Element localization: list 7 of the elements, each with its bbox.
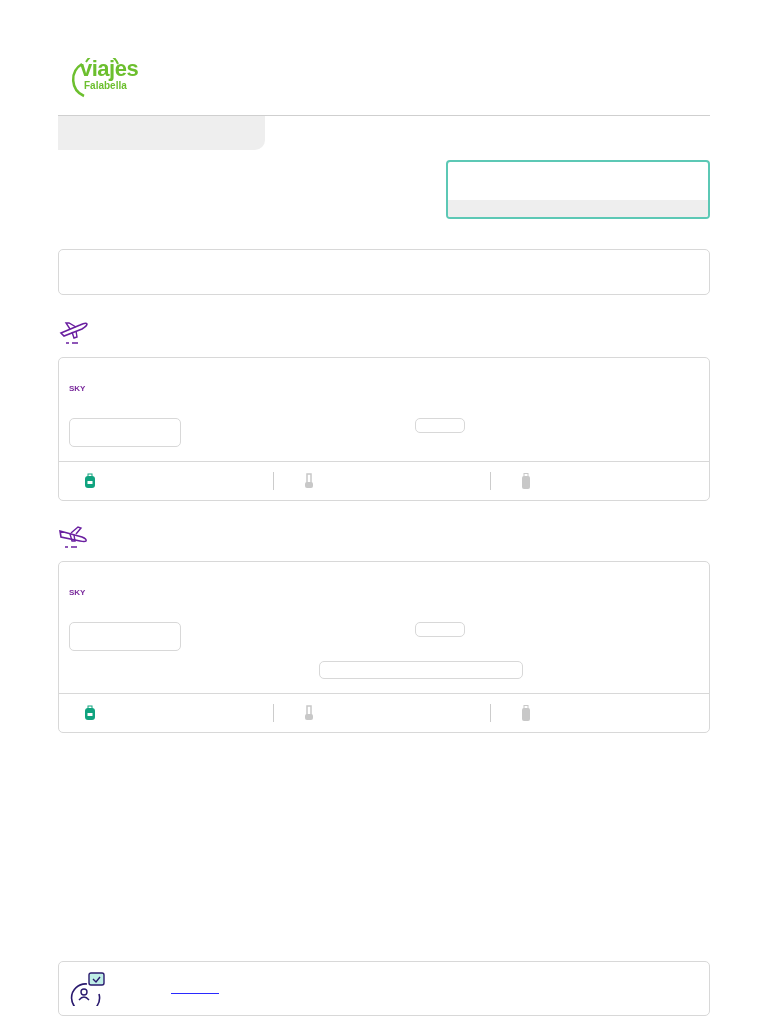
airline-logo: SKY <box>69 384 86 393</box>
link-underline[interactable] <box>171 993 219 994</box>
duration-placeholder <box>415 418 465 433</box>
brand-name: viajes <box>80 58 139 80</box>
brand-subtitle: Falabella <box>84 80 127 91</box>
airline-logo: SKY <box>69 588 86 597</box>
duration-placeholder <box>415 622 465 637</box>
